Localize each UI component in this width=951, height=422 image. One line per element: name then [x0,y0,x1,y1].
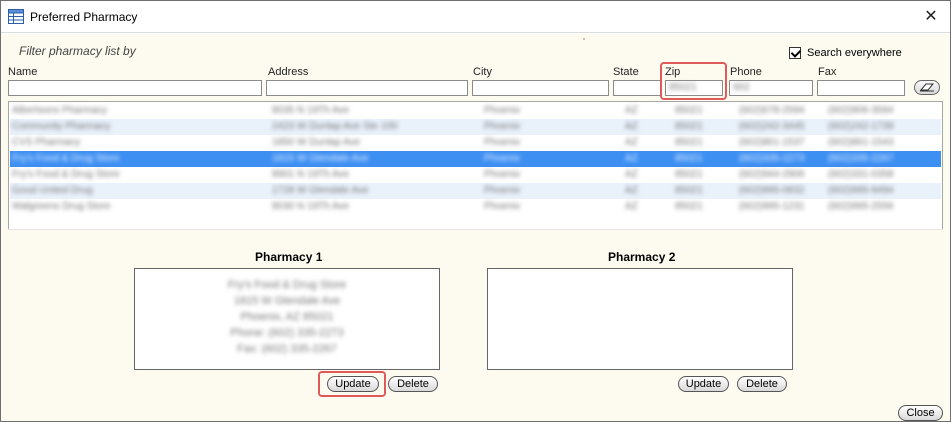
zip-callout-highlight [660,62,727,100]
cell-city: Phoenix [484,201,521,212]
close-icon[interactable]: ✕ [921,6,941,26]
cell-zip: 85021 [675,201,703,212]
title-bar: Preferred Pharmacy ✕ [1,1,950,33]
table-row[interactable]: Albertsons Pharmacy 8035 N 19Th Ave Phoeni… [10,103,941,119]
cell-name: Fry's Food & Drug Store [12,153,120,164]
address-filter-input[interactable] [266,80,468,96]
table-icon [8,9,24,24]
cell-address: 1815 W Glendale Ave [272,153,369,164]
update-callout-highlight [318,371,386,397]
fax-label: Fax [818,66,837,78]
cell-state: AZ [625,185,638,196]
cell-address: 8035 N 19Th Ave [272,105,350,116]
cell-state: AZ [625,169,638,180]
filter-caption: Filter pharmacy list by [19,44,136,58]
phone-filter-value: 602 [733,82,750,93]
cell-zip: 85021 [675,153,703,164]
cell-city: Phoenix [484,153,521,164]
search-everywhere-toggle[interactable]: Search everywhere [789,46,902,60]
table-row[interactable]: Good United Drug 1728 W Glendale Ave Phoen… [10,183,941,199]
name-filter-input[interactable] [8,80,262,96]
dialog-client: Filter pharmacy list by Search everywher… [1,34,950,421]
preferred-pharmacy-window: Preferred Pharmacy ✕ Filter pharmacy lis… [0,0,951,422]
list-divider [8,229,943,230]
city-label: City [473,66,492,78]
cell-name: Albertsons Pharmacy [12,105,108,116]
pharmacy-1-title: Pharmacy 1 [255,250,323,264]
cell-fax: (602)906-3594 [828,105,894,116]
cell-city: Phoenix [484,121,521,132]
search-everywhere-checkbox[interactable] [789,47,801,59]
divider-dot [583,38,585,40]
cell-city: Phoenix [484,169,521,180]
table-row[interactable]: Community Pharmacy 2423 W Dunlap Ave Ste … [10,119,941,135]
cell-state: AZ [625,201,638,212]
city-filter-input[interactable] [472,80,609,96]
cell-address: 1728 W Glendale Ave [272,185,369,196]
table-row[interactable]: CVS Pharmacy 1850 W Dunlap Ave Phoenix AZ 85… [10,135,941,151]
cell-phone: (602)678-2594 [739,105,805,116]
pharmacy-2-update-button[interactable]: Update [678,376,729,392]
cell-fax: (602)242-1739 [828,121,894,132]
cell-address: 2423 W Dunlap Ave Ste 100 [272,121,398,132]
table-row[interactable]: Walgreens Drug Store 8030 N 19Th Ave Phoen… [10,199,941,215]
address-label: Address [268,66,309,78]
pharmacy-2-title: Pharmacy 2 [608,250,676,264]
cell-phone: (602)335-2273 [739,153,805,164]
pharmacy-1-line: Fry's Food & Drug Store [227,279,347,291]
cell-fax: (602)861-1543 [828,137,894,148]
pharmacy-2-delete-button[interactable]: Delete [737,376,787,392]
pharmacy-1-line: Phone: (602) 335-2273 [230,327,344,339]
table-row[interactable]: Fry's Food & Drug Store 1815 W Glendale A… [10,151,941,167]
close-button[interactable]: Close [898,405,943,421]
pharmacy-2-details [487,268,793,370]
cell-state: AZ [625,121,638,132]
table-row[interactable]: Fry's Food & Drug Store 8901 N 19Th Ave Ph… [10,167,941,183]
cell-zip: 85021 [675,121,703,132]
cell-phone: (602)944-2906 [739,169,805,180]
cell-name: Community Pharmacy [12,121,111,132]
cell-name: Fry's Food & Drug Store [12,169,120,180]
cell-name: CVS Pharmacy [12,137,81,148]
state-label: State [613,66,639,78]
cell-state: AZ [625,137,638,148]
cell-phone: (602)242-3445 [739,121,805,132]
cell-state: AZ [625,105,638,116]
search-everywhere-label: Search everywhere [807,47,902,59]
pharmacy-1-line: 1815 W Glendale Ave [233,295,341,307]
cell-name: Good United Drug [12,185,93,196]
cell-city: Phoenix [484,137,521,148]
name-label: Name [8,66,38,78]
cell-zip: 85021 [675,137,703,148]
pharmacy-1-line: Fax: (602) 335-2267 [237,343,337,355]
cell-fax: (602)335-2267 [828,153,894,164]
state-filter-input[interactable] [613,80,661,96]
cell-city: Phoenix [484,185,521,196]
pharmacy-1-delete-button[interactable]: Delete [388,376,438,392]
window-title: Preferred Pharmacy [30,10,138,24]
phone-label: Phone [730,66,762,78]
cell-fax: (602)995-9494 [828,185,894,196]
cell-address: 1850 W Dunlap Ave [272,137,361,148]
fax-filter-input[interactable] [817,80,905,96]
pharmacy-list[interactable]: Albertsons Pharmacy 8035 N 19Th Ave Phoeni… [8,101,943,230]
cell-address: 8030 N 19Th Ave [272,201,350,212]
cell-state: AZ [625,153,638,164]
clear-filter-button[interactable] [914,80,940,95]
cell-address: 8901 N 19Th Ave [272,169,350,180]
cell-phone: (602)995-1231 [739,201,805,212]
cell-zip: 85021 [675,105,703,116]
cell-fax: (602)995-2556 [828,201,894,212]
cell-zip: 85021 [675,169,703,180]
pharmacy-1-details: Fry's Food & Drug Store 1815 W Glendale A… [134,268,440,370]
cell-phone: (602)861-1537 [739,137,805,148]
phone-filter-input[interactable]: 602 [729,80,813,96]
cell-name: Walgreens Drug Store [12,201,111,212]
cell-city: Phoenix [484,105,521,116]
eraser-icon [919,83,935,92]
cell-phone: (602)995-0832 [739,185,805,196]
pharmacy-1-line: Phoenix, AZ 85021 [240,311,334,323]
cell-fax: (602)331-0358 [828,169,894,180]
cell-zip: 85021 [675,185,703,196]
